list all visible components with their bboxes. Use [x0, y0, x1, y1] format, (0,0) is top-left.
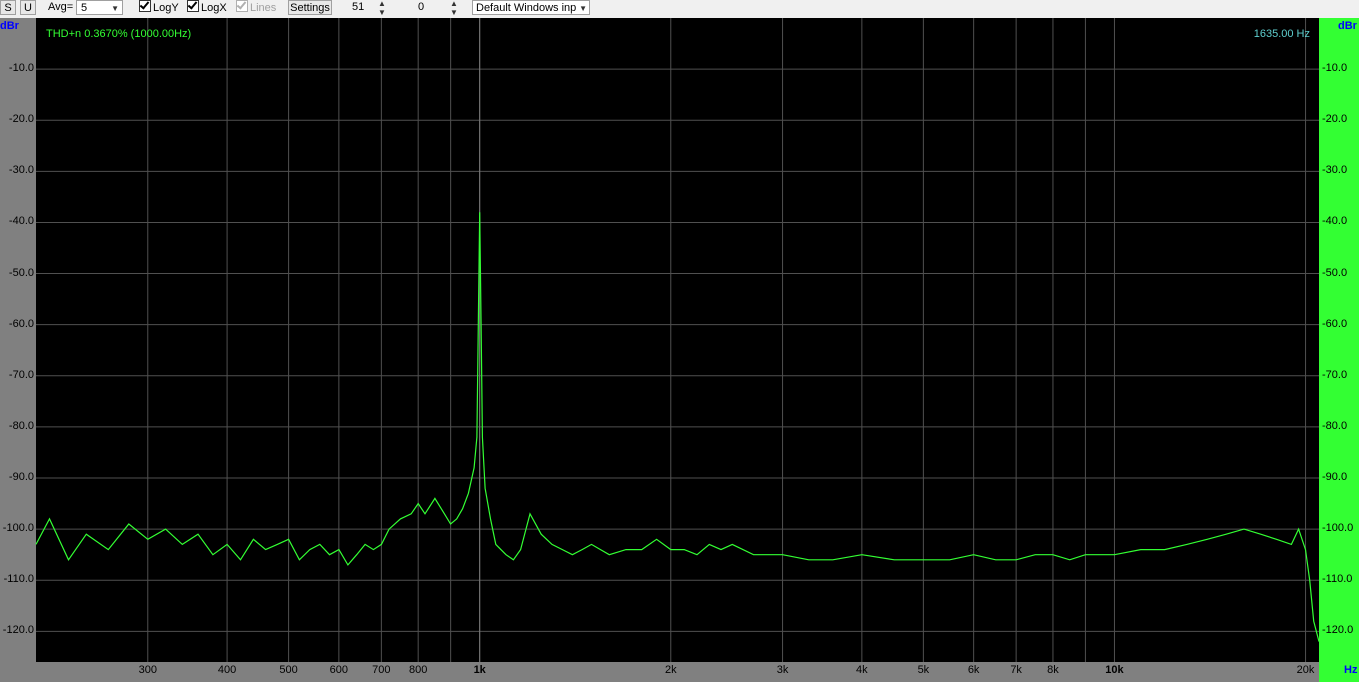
- spin1-value: 51: [352, 1, 365, 13]
- spin2-value: 0: [418, 1, 425, 13]
- right-y-tick-label: -50.0: [1322, 266, 1348, 279]
- device-value: Default Windows inp: [476, 2, 577, 14]
- chevron-down-icon: ▼: [577, 1, 587, 14]
- left-unit-label: dBr: [0, 20, 19, 32]
- x-tick-label: 20k: [1296, 664, 1315, 676]
- x-tick-label: 700: [372, 664, 391, 676]
- left-y-tick-label: -40.0: [8, 215, 34, 228]
- lines-checkbox[interactable]: Lines: [236, 0, 276, 15]
- right-y-tick-label: -40.0: [1322, 215, 1348, 228]
- x-tick-label: 400: [217, 664, 237, 676]
- right-y-tick-label: -100.0: [1322, 522, 1354, 535]
- right-y-tick-label: -10.0: [1322, 62, 1348, 75]
- lines-label: Lines: [250, 2, 277, 14]
- left-y-tick-label: -70.0: [8, 368, 34, 381]
- spectrum-trace: [35, 212, 1320, 642]
- left-y-tick-label: -20.0: [8, 113, 34, 126]
- x-tick-label: 4k: [856, 664, 868, 676]
- avg-label: Avg=: [48, 1, 74, 13]
- avg-value: 5: [81, 2, 88, 14]
- left-y-tick-label: -100.0: [2, 522, 34, 535]
- right-y-tick-label: -80.0: [1322, 419, 1348, 432]
- x-tick-label: 300: [138, 664, 157, 676]
- x-tick-label: 6k: [967, 664, 980, 676]
- logx-checkbox[interactable]: LogX: [187, 0, 227, 15]
- x-tick-label: 5k: [917, 664, 930, 676]
- logy-check-icon: [139, 0, 151, 12]
- avg-select[interactable]: 5 ▼: [76, 0, 123, 15]
- device-select[interactable]: Default Windows inp ▼: [472, 0, 590, 15]
- left-y-tick-label: -30.0: [8, 164, 34, 177]
- plot-area: [36, 18, 1319, 662]
- x-tick-label: 8k: [1047, 664, 1059, 676]
- left-y-tick-label: -90.0: [8, 471, 34, 483]
- right-y-tick-label: -90.0: [1322, 471, 1348, 483]
- left-y-tick-label: -110.0: [3, 573, 34, 586]
- spin1-down-icon[interactable]: ▼: [378, 5, 386, 20]
- x-tick-label: 7k: [1010, 664, 1022, 676]
- lines-check-icon: [236, 0, 248, 12]
- logx-check-icon: [187, 0, 199, 12]
- spin1-stepper[interactable]: 51 ▲ ▼: [338, 0, 394, 17]
- logy-checkbox[interactable]: LogY: [139, 0, 179, 15]
- right-y-tick-label: -110.0: [1322, 573, 1353, 586]
- right-y-tick-label: -30.0: [1322, 164, 1348, 177]
- spin2-stepper[interactable]: 0 ▲ ▼: [402, 0, 466, 17]
- right-y-tick-label: -70.0: [1322, 368, 1348, 381]
- thd-readout: THD+n 0.3670% (1000.00Hz): [46, 28, 192, 40]
- spin2-down-icon[interactable]: ▼: [450, 5, 458, 20]
- x-tick-label: 2k: [664, 664, 677, 676]
- right-y-tick-label: -120.0: [1322, 624, 1354, 637]
- left-y-tick-label: -60.0: [8, 317, 34, 330]
- left-y-tick-label: -50.0: [8, 266, 34, 279]
- right-y-tick-label: -20.0: [1322, 113, 1348, 126]
- x-tick-label: 600: [329, 664, 349, 676]
- x-tick-label: 10k: [1105, 664, 1124, 676]
- spectrum-plot[interactable]: [0, 0, 1359, 682]
- s-button[interactable]: S: [0, 0, 16, 15]
- x-unit-label: Hz: [1344, 664, 1358, 676]
- chevron-down-icon: ▼: [111, 4, 119, 13]
- left-y-tick-label: -120.0: [2, 624, 34, 637]
- x-tick-label: 3k: [776, 664, 789, 676]
- left-y-tick-label: -80.0: [8, 419, 34, 432]
- right-y-tick-label: -60.0: [1322, 317, 1348, 330]
- grid: [36, 18, 1319, 662]
- left-y-tick-label: -10.0: [8, 62, 34, 75]
- settings-button[interactable]: Settings: [288, 0, 332, 15]
- x-tick-label: 800: [408, 664, 428, 676]
- x-tick-label: 1k: [473, 664, 486, 676]
- logx-label: LogX: [201, 2, 227, 14]
- frequency-readout: 1635.00 Hz: [1253, 28, 1310, 40]
- u-button[interactable]: U: [20, 0, 36, 15]
- logy-label: LogY: [153, 2, 179, 14]
- right-unit-label: dBr: [1338, 20, 1357, 32]
- x-tick-label: 500: [279, 664, 298, 676]
- toolbar: S U Avg= 5 ▼ LogY LogX Lines Settings 51…: [0, 0, 1359, 18]
